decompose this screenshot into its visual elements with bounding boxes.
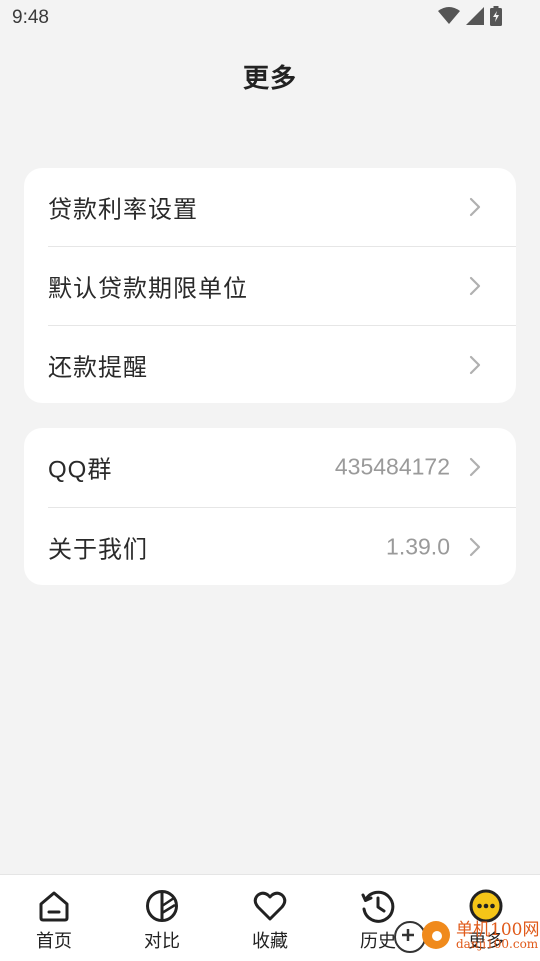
app-version: 1.39.0 — [386, 533, 450, 560]
heart-icon — [253, 891, 287, 921]
nav-label: 对比 — [144, 931, 180, 951]
loan-rate-settings-row[interactable]: 贷款利率设置 — [24, 168, 516, 246]
status-time: 9:48 — [12, 7, 49, 28]
chevron-right-icon — [469, 457, 481, 477]
compare-icon — [146, 890, 178, 922]
status-bar: 9:48 — [0, 0, 540, 36]
chevron-right-icon — [469, 276, 481, 296]
wifi-icon — [438, 7, 460, 24]
row-label: QQ群 — [48, 456, 113, 484]
row-label: 还款提醒 — [48, 354, 148, 382]
nav-label: 首页 — [36, 931, 72, 951]
qq-group-row[interactable]: QQ群 435484172 — [24, 428, 516, 506]
chevron-right-icon — [469, 197, 481, 217]
chevron-right-icon — [469, 355, 481, 375]
qq-group-number: 435484172 — [334, 453, 450, 480]
settings-card: 贷款利率设置 默认贷款期限单位 还款提醒 — [24, 168, 516, 403]
watermark-logo: 单机100网 danji100.com — [392, 915, 540, 960]
row-label: 贷款利率设置 — [48, 196, 198, 224]
info-card: QQ群 435484172 关于我们 1.39.0 — [24, 428, 516, 585]
home-icon — [39, 891, 69, 922]
default-loan-term-unit-row[interactable]: 默认贷款期限单位 — [24, 247, 516, 325]
watermark-dot — [432, 931, 442, 941]
cellular-signal-icon — [466, 7, 484, 25]
watermark-subtext: danji100.com — [456, 937, 539, 951]
row-label: 关于我们 — [48, 536, 148, 564]
nav-item-compare[interactable]: 对比 — [127, 887, 197, 953]
nav-item-favorites[interactable]: 收藏 — [235, 887, 305, 953]
status-icons — [438, 6, 502, 26]
nav-label: 收藏 — [252, 931, 288, 951]
about-us-row[interactable]: 关于我们 1.39.0 — [24, 508, 516, 586]
repayment-reminder-row[interactable]: 还款提醒 — [24, 326, 516, 404]
page-title: 更多 — [242, 63, 297, 93]
row-label: 默认贷款期限单位 — [48, 275, 248, 303]
battery-icon — [490, 6, 502, 26]
chevron-right-icon — [469, 537, 481, 557]
nav-item-home[interactable]: 首页 — [19, 887, 89, 953]
